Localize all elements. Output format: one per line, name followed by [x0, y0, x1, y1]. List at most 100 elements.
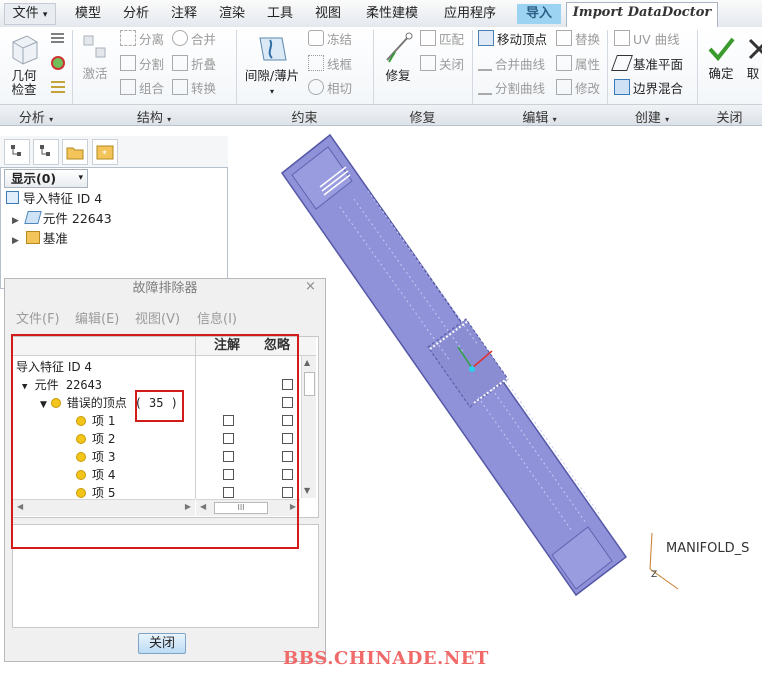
- checkmark-icon: [708, 37, 735, 62]
- tab-flexible-modeling[interactable]: 柔性建模: [356, 4, 428, 24]
- tree-item-label: 元件 22643: [42, 211, 112, 226]
- group-analysis[interactable]: 分析 ▾: [0, 107, 72, 126]
- tab-import-datadoctor[interactable]: Import DataDoctor: [566, 2, 718, 27]
- group-structure[interactable]: 结构 ▾: [72, 107, 236, 126]
- wireframe-button[interactable]: 线框: [308, 55, 352, 73]
- separate-label: 分离: [139, 32, 165, 47]
- file-menu-label: 文件: [12, 6, 39, 21]
- cancel-button[interactable]: 取: [744, 34, 762, 81]
- layer-tree-tab[interactable]: [33, 139, 59, 165]
- chevron-down-icon: ▾: [78, 173, 83, 183]
- tree-icon: [11, 145, 21, 156]
- datum-folder-icon: [25, 231, 40, 244]
- group-edit[interactable]: 编辑 ▾: [472, 107, 607, 126]
- gap-sliver-button[interactable]: 间隙/薄片 ▾: [242, 32, 302, 99]
- tab-annotation[interactable]: 注释: [162, 4, 206, 24]
- expand-arrow-icon: ▶: [12, 236, 19, 246]
- tab-model[interactable]: 模型: [66, 4, 110, 24]
- scroll-up-icon: ▲: [304, 358, 311, 367]
- group-constraint: 约束: [291, 111, 318, 126]
- tab-analysis[interactable]: 分析: [114, 4, 158, 24]
- combine-button[interactable]: 组合: [120, 79, 164, 97]
- tree-item-import-feature[interactable]: 导入特征 ID 4: [6, 191, 102, 207]
- combine-icon: [120, 79, 136, 95]
- split-button[interactable]: 分割: [120, 55, 164, 73]
- chevron-down-icon: ▾: [665, 115, 670, 124]
- dialog-menu-info[interactable]: 信息(I): [197, 308, 237, 327]
- replace-button[interactable]: 替换: [556, 30, 600, 48]
- modify-icon: [556, 79, 572, 95]
- tab-render[interactable]: 渲染: [210, 4, 254, 24]
- ruler-icon: [51, 33, 64, 43]
- collapse-button[interactable]: 折叠: [172, 55, 216, 73]
- geometry-check-label: 几何 检查: [11, 68, 37, 97]
- import-feature-icon: [6, 191, 19, 204]
- close-edge-button[interactable]: 关闭: [420, 55, 464, 73]
- convert-button[interactable]: 转换: [172, 79, 216, 97]
- datum-plane-button[interactable]: 基准平面: [611, 55, 683, 73]
- dialog-close-icon[interactable]: ×: [305, 280, 319, 294]
- wireframe-icon: [308, 55, 324, 71]
- match-label: 匹配: [439, 32, 465, 47]
- tree-item-label: 导入特征 ID 4: [23, 191, 103, 206]
- tab-import[interactable]: 导入: [517, 4, 561, 24]
- cancel-label: 取: [746, 66, 760, 81]
- modify-button[interactable]: 修改: [556, 79, 600, 97]
- grid-icon: [51, 81, 65, 93]
- repair-button[interactable]: 修复: [380, 30, 416, 83]
- combine-label: 组合: [139, 81, 165, 96]
- boundary-blend-icon: [614, 79, 630, 95]
- activate-button[interactable]: 激活: [78, 32, 112, 81]
- datum-plane-icon: [611, 55, 633, 71]
- vertical-scrollbar[interactable]: ▲ ▼: [301, 356, 316, 498]
- geometry-check-button[interactable]: 几何 检查: [6, 32, 42, 97]
- dialog-menu-file[interactable]: 文件(F): [16, 308, 60, 327]
- folder-browser-tab[interactable]: [62, 139, 88, 165]
- dialog-close-button[interactable]: 关闭: [138, 633, 186, 654]
- move-vertex-icon: [478, 30, 494, 46]
- highlight-box-count: [135, 390, 184, 422]
- activate-label: 激活: [82, 66, 108, 81]
- tab-tools[interactable]: 工具: [258, 4, 302, 24]
- tab-applications[interactable]: 应用程序: [434, 4, 506, 24]
- close-edge-icon: [420, 55, 436, 71]
- cube-check-icon: [12, 35, 38, 65]
- chevron-down-icon: ▾: [49, 115, 54, 124]
- boundary-blend-button[interactable]: 边界混合: [614, 79, 683, 97]
- file-menu[interactable]: 文件 ▾: [4, 3, 56, 25]
- uv-curve-label: UV 曲线: [633, 32, 680, 47]
- chevron-down-icon: ▾: [167, 115, 172, 124]
- confirm-button[interactable]: 确定: [704, 34, 738, 81]
- manifold-part: [280, 133, 628, 597]
- match-button[interactable]: 匹配: [420, 30, 464, 48]
- component-icon: [24, 211, 42, 224]
- tree-item-component[interactable]: ▶ 元件 22643: [12, 211, 112, 229]
- move-vertex-button[interactable]: 移动顶点: [478, 30, 547, 48]
- group-create[interactable]: 创建 ▾: [607, 107, 697, 126]
- separate-button[interactable]: 分离: [120, 30, 164, 48]
- chevron-down-icon: ▾: [269, 87, 274, 96]
- close-edge-label: 关闭: [439, 57, 465, 72]
- favorites-tab[interactable]: *: [92, 139, 118, 165]
- model-tree-tab[interactable]: [4, 139, 30, 165]
- properties-label: 属性: [575, 57, 601, 72]
- tab-view[interactable]: 视图: [306, 4, 350, 24]
- merge-button[interactable]: 合并: [172, 30, 216, 48]
- group-close: 关闭: [716, 111, 743, 126]
- uv-curve-button[interactable]: UV 曲线: [614, 30, 680, 48]
- dialog-menu-view[interactable]: 视图(V): [135, 308, 180, 327]
- split-curves-button[interactable]: 分割曲线: [478, 79, 545, 97]
- properties-button[interactable]: 属性: [556, 55, 600, 73]
- split-curves-icon: [478, 79, 492, 95]
- analysis-icon-column: [48, 30, 68, 103]
- activate-icon: [83, 35, 106, 58]
- show-dropdown[interactable]: 显示(0) ▾: [4, 169, 88, 188]
- dialog-menu-edit[interactable]: 编辑(E): [75, 308, 119, 327]
- merge-curves-button[interactable]: 合并曲线: [478, 55, 545, 73]
- tangent-button[interactable]: 相切: [308, 79, 352, 97]
- navigator-tabs: *: [0, 136, 228, 168]
- tree-item-datum[interactable]: ▶ 基准: [12, 231, 68, 249]
- model-viewport[interactable]: Z: [270, 125, 690, 605]
- freeze-button[interactable]: 冻结: [308, 30, 352, 48]
- chevron-down-icon: ▾: [42, 10, 48, 20]
